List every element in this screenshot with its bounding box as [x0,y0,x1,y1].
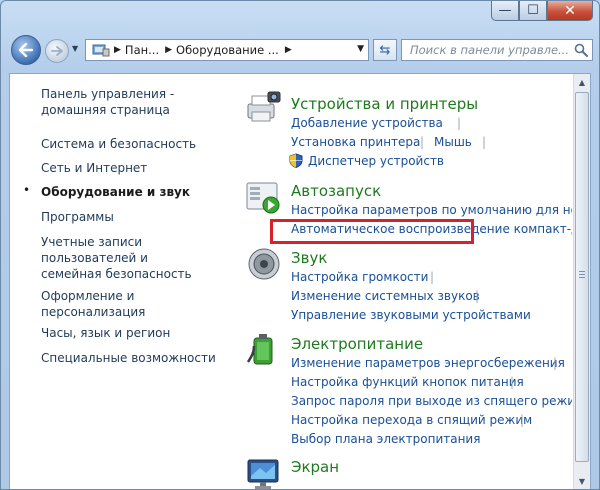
breadcrumb-hardware-sound[interactable]: Оборудование ... [176,43,279,57]
control-panel-icon [92,44,110,57]
content-area: Панель управления - домашняя страница Си… [9,73,591,489]
system-sounds-link[interactable]: Изменение системных звуков [291,289,480,303]
search-icon[interactable] [574,43,588,57]
sidebar: Панель управления - домашняя страница Си… [10,74,230,489]
wake-password-link[interactable]: Запрос пароля при выходе из спящего режи… [291,394,572,408]
scrollbar-thumb[interactable] [575,92,589,462]
sidebar-item-clock-language[interactable]: Часы, язык и регион [41,325,226,341]
link-separator: | [553,356,558,370]
mouse-link[interactable]: Мышь [434,135,472,149]
breadcrumb-separator-icon: ▶ [114,45,121,55]
minimize-icon: — [498,3,512,18]
audio-devices-link[interactable]: Управление звуковыми устройствами [291,308,531,322]
scrollbar-grip [579,271,585,279]
battery-icon [246,334,273,365]
uac-shield-icon [289,153,303,168]
minimize-button[interactable]: — [491,1,519,21]
current-item-bullet: • [23,183,31,197]
sleep-settings-link[interactable]: Настройка перехода в спящий режим [291,413,532,427]
close-button[interactable]: ✕ [547,1,593,21]
forward-arrow-icon [51,46,63,56]
display-title[interactable]: Экран [291,458,339,476]
sidebar-item-system-security[interactable]: Система и безопасность [41,136,226,152]
scroll-up-icon[interactable]: ▲ [575,74,589,90]
search-input[interactable]: Поиск в панели управле... [401,39,593,61]
link-separator: | [520,413,525,427]
categories-pane: Устройства и принтеры Добавление устройс… [235,74,572,489]
sidebar-item-programs[interactable]: Программы [41,209,226,225]
forward-button[interactable] [45,39,69,63]
link-separator: | [510,375,515,389]
speaker-icon [248,248,280,280]
recent-pages-dropdown-icon[interactable]: ▼ [72,44,78,53]
maximize-icon: ☐ [527,3,539,18]
printer-camera-icon [247,91,281,122]
refresh-icon: ⇆ [379,42,391,58]
sidebar-item-user-accounts[interactable]: Учетные записи пользователей и семейная … [41,234,211,282]
breadcrumb-separator-icon: ▶ [165,45,173,55]
search-placeholder: Поиск в панели управле... [410,43,569,57]
power-saving-link[interactable]: Изменение параметров энергосбережения [291,356,565,370]
power-buttons-link[interactable]: Настройка функций кнопок питания [291,375,524,389]
refresh-button[interactable]: ⇆ [373,39,397,61]
back-button[interactable] [11,35,41,65]
link-separator: | [420,135,425,149]
sidebar-item-home[interactable]: Панель управления - домашняя страница [41,86,226,118]
close-icon: ✕ [564,2,576,19]
sidebar-item-hardware-sound[interactable]: Оборудование и звук [41,184,226,200]
sound-title[interactable]: Звук [291,249,327,267]
monitor-icon [247,459,279,489]
install-printer-link[interactable]: Установка принтера [291,135,420,149]
scroll-down-icon[interactable]: ▼ [575,473,589,489]
autoplay-icon [246,182,280,214]
link-separator: | [475,289,480,303]
add-device-link[interactable]: Добавление устройства [291,116,443,130]
power-title[interactable]: Электропитание [291,335,423,353]
control-panel-window: — ☐ ✕ ▼ ▶ Пан... ▶ Оборудование ... ▶ ▼ … [0,0,600,490]
address-bar[interactable]: ▶ Пан... ▶ Оборудование ... ▶ ▼ [85,39,369,61]
power-plan-link[interactable]: Выбор плана электропитания [291,432,480,446]
volume-link[interactable]: Настройка громкости [291,270,428,284]
back-arrow-icon [18,43,34,57]
maximize-button[interactable]: ☐ [519,1,547,21]
breadcrumb-control-panel[interactable]: Пан... [125,43,159,57]
link-separator: | [430,270,435,284]
address-dropdown-icon[interactable]: ▼ [357,44,364,54]
sidebar-item-appearance[interactable]: Оформление и персонализация [41,288,161,320]
vertical-scrollbar[interactable]: ▲ ▼ [573,74,590,489]
navigation-bar: ▼ ▶ Пан... ▶ Оборудование ... ▶ ▼ ⇆ Поис… [9,33,593,67]
device-manager-highlight [270,219,474,244]
sidebar-item-network[interactable]: Сеть и Интернет [41,160,226,176]
link-separator: | [482,135,487,149]
autoplay-title[interactable]: Автозапуск [291,182,381,200]
devices-printers-title[interactable]: Устройства и принтеры [291,95,478,113]
sidebar-item-accessibility[interactable]: Специальные возможности [41,350,226,366]
link-separator: | [457,116,462,130]
autoplay-defaults-link[interactable]: Настройка параметров по умолчанию для но [291,203,572,217]
breadcrumb-separator-icon: ▶ [284,45,292,55]
caption-buttons: — ☐ ✕ [491,1,593,21]
device-manager-link[interactable]: Диспетчер устройств [308,154,444,168]
